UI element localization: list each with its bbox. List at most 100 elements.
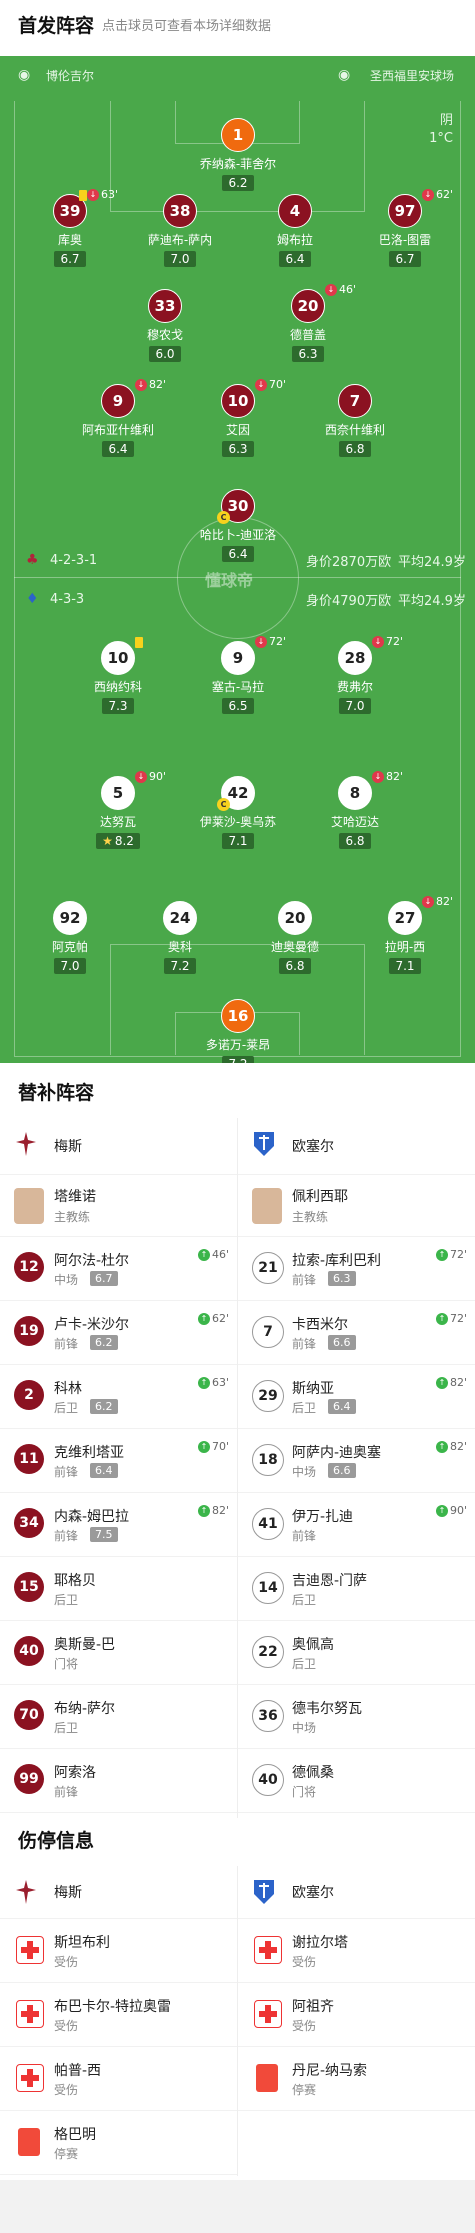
away-player[interactable]: 24 奥科 7.2 — [125, 901, 235, 974]
sub-row[interactable]: 19 卢卡-米沙尔 前锋 6.2 ↑ 62' — [0, 1300, 237, 1365]
away-player[interactable]: 42 伊莱沙-奥乌苏 7.1 C — [183, 776, 293, 849]
home-player[interactable]: 38 萨迪布-萨内 7.0 — [125, 194, 235, 267]
player-name: 西纳约科 — [93, 680, 142, 694]
sub-name: 拉索-库利巴利 — [292, 1253, 382, 1269]
sub-row[interactable]: 14 吉迪恩-门萨 后卫 — [238, 1556, 475, 1621]
away-player[interactable]: 10 西纳约科 7.3 — [63, 637, 173, 714]
sub-row[interactable]: 36 德韦尔努瓦 中场 — [238, 1684, 475, 1749]
player-name: 多诺万-莱昂 — [205, 1038, 271, 1052]
jersey-number: 33 — [148, 289, 182, 323]
injury-status: 受伤 — [54, 2019, 79, 2033]
injury-row[interactable]: 丹尼-纳马索 停赛 — [238, 2046, 475, 2111]
sub-out-icon: ↓ — [87, 188, 99, 201]
jersey-number: 5 — [101, 776, 135, 810]
sub-row[interactable]: 11 克维利塔亚 前锋 6.4 ↑ 70' — [0, 1428, 237, 1493]
sub-position: 门将 — [54, 1657, 79, 1671]
away-coach-row[interactable]: 佩利西耶 主教练 — [238, 1174, 475, 1237]
injury-cross-icon — [16, 2064, 44, 2092]
sub-name: 斯纳亚 — [292, 1381, 334, 1397]
sub-in-icon: ↑ — [435, 1376, 448, 1389]
injury-row[interactable]: 阿祖齐 受伤 — [238, 1982, 475, 2047]
sub-row[interactable]: 99 阿索洛 前锋 — [0, 1748, 237, 1813]
sub-row[interactable]: 41 伊万-扎迪 前锋 ↑ 90' — [238, 1492, 475, 1557]
home-player[interactable]: 20 德普盖 6.3 ↓ 46' — [253, 283, 363, 362]
away-player[interactable]: 20 迪奥曼德 6.8 — [240, 901, 350, 974]
sub-name: 卡西米尔 — [292, 1317, 348, 1333]
sub-row[interactable]: 2 科林 后卫 6.2 ↑ 63' — [0, 1364, 237, 1429]
sub-row[interactable]: 70 布纳-萨尔 后卫 — [0, 1684, 237, 1749]
away-player[interactable]: 28 费弗尔 7.0 ↓ 72' — [300, 635, 410, 714]
home-inj-team-name: 梅斯 — [54, 1885, 82, 1901]
sub-row[interactable]: 40 德佩桑 门将 — [238, 1748, 475, 1813]
away-player[interactable]: 27 拉明-西 7.1 ↓ 82' — [350, 895, 460, 974]
auxerre-crest-icon — [254, 1880, 274, 1904]
injury-status: 受伤 — [292, 1955, 317, 1969]
sub-number: 41 — [252, 1508, 284, 1540]
away-player[interactable]: 8 艾哈迈达 6.8 ↓ 82' — [300, 770, 410, 849]
player-name: 艾哈迈达 — [330, 815, 379, 829]
away-injuries-col: 欧塞尔 谢拉尔塔受伤阿祖齐 受伤 丹尼-纳马索 停赛 — [238, 1866, 475, 2176]
away-inj-team-row: 欧塞尔 — [238, 1866, 475, 1919]
player-rating: 7.3 — [102, 698, 134, 714]
player-rating: 6.8 — [339, 441, 371, 457]
sub-name: 克维利塔亚 — [54, 1445, 124, 1461]
home-player[interactable]: 39 库奥 6.7 ↓ 63' — [15, 188, 125, 267]
player-name: 拉明-西 — [384, 940, 426, 954]
sub-row[interactable]: 29 斯纳亚 后卫 6.4 ↑ 82' — [238, 1364, 475, 1429]
sub-row[interactable]: 22 奥佩高 后卫 — [238, 1620, 475, 1685]
jersey-number: 7 — [338, 384, 372, 418]
player-rating: 6.8 — [279, 958, 311, 974]
home-player[interactable]: 4 姆布拉 6.4 — [240, 194, 350, 267]
sub-row[interactable]: 18 阿萨内-迪奥塞 中场 6.6 ↑ 82' — [238, 1428, 475, 1493]
sub-in-event: ↑ 70' — [197, 1440, 229, 1453]
sub-out-icon: ↓ — [135, 378, 147, 391]
home-player[interactable]: 97 巴洛-图雷 6.7 ↓ 62' — [350, 188, 460, 267]
injury-player-name: 谢拉尔塔 — [292, 1935, 348, 1951]
home-player[interactable]: 1 乔纳森-菲舍尔 6.2 — [183, 118, 293, 191]
home-coach-role: 主教练 — [54, 1210, 91, 1224]
away-player[interactable]: 9 塞古-马拉 6.5 ↓ 72' — [183, 635, 293, 714]
away-player[interactable]: 92 阿克帕 7.0 — [15, 901, 125, 974]
home-player[interactable]: 10 艾因 6.3 ↓ 70' — [183, 378, 293, 457]
player-rating: 8.2 — [96, 833, 140, 849]
player-name: 达努瓦 — [99, 815, 136, 829]
home-coach-row[interactable]: 塔维诺 主教练 — [0, 1174, 237, 1237]
injury-row[interactable]: 帕普-西 受伤 — [0, 2046, 237, 2111]
home-player[interactable]: 7 西奈什维利 6.8 — [300, 384, 410, 457]
player-name: 哈比卜-迪亚洛 — [199, 528, 277, 542]
injury-row[interactable]: 格巴明 停赛 — [0, 2110, 237, 2175]
player-rating: 7.0 — [339, 698, 371, 714]
sub-position: 前锋 — [54, 1785, 79, 1799]
weather-temp: 1°C — [429, 131, 453, 146]
injury-row[interactable]: 谢拉尔塔 受伤 — [238, 1918, 475, 1983]
home-venue-name: 博伦吉尔 — [46, 68, 95, 83]
home-player[interactable]: 9 阿布亚什维利 6.4 ↓ 82' — [63, 378, 173, 457]
sub-row[interactable]: 12 阿尔法-杜尔 中场 6.7 ↑ 46' — [0, 1236, 237, 1301]
sub-rating: 6.4 — [328, 1399, 356, 1414]
sub-row[interactable]: 34 内森-姆巴拉 前锋 7.5 ↑ 82' — [0, 1492, 237, 1557]
sub-in-event: ↑ 62' — [197, 1312, 229, 1325]
coach-avatar — [14, 1188, 44, 1224]
home-player[interactable]: 33 穆农戈 6.0 — [110, 289, 220, 362]
away-player[interactable]: 16 多诺万-莱昂 7.2 — [183, 999, 293, 1063]
sub-out-icon: ↓ — [372, 770, 384, 783]
sub-position: 前锋 — [54, 1529, 79, 1543]
player-name: 迪奥曼德 — [270, 940, 319, 954]
injuries-grid: 梅斯 斯坦布利 受伤 布巴卡尔-特拉奥雷 受伤 帕普-西 受伤 格巴明 停赛 欧塞尔 谢拉尔塔… — [0, 1866, 475, 2176]
injury-row[interactable]: 布巴卡尔-特拉奥雷 受伤 — [0, 1982, 237, 2047]
sub-number: 11 — [14, 1444, 44, 1474]
sub-in-event: ↑ 90' — [435, 1504, 467, 1517]
injury-row[interactable]: 斯坦布利 受伤 — [0, 1918, 237, 1983]
sub-row[interactable]: 7 卡西米尔 前锋 6.6 ↑ 72' — [238, 1300, 475, 1365]
player-rating: 6.7 — [54, 251, 86, 267]
sub-row[interactable]: 15 耶格贝 后卫 — [0, 1556, 237, 1621]
home-player[interactable]: 30 哈比卜-迪亚洛 6.4 C — [183, 489, 293, 562]
sub-rating: 6.6 — [328, 1463, 356, 1478]
sub-row[interactable]: 40 奥斯曼-巴 门将 — [0, 1620, 237, 1685]
sub-rating: 7.5 — [90, 1527, 118, 1542]
away-player[interactable]: 5 达努瓦 8.2 ↓90' — [63, 770, 173, 849]
sub-out-event: ↓ 82' — [135, 378, 166, 391]
captain-badge: C — [217, 798, 230, 811]
sub-number: 14 — [252, 1572, 284, 1604]
sub-row[interactable]: 21 拉索-库利巴利 前锋 6.3 ↑ 72' — [238, 1236, 475, 1301]
